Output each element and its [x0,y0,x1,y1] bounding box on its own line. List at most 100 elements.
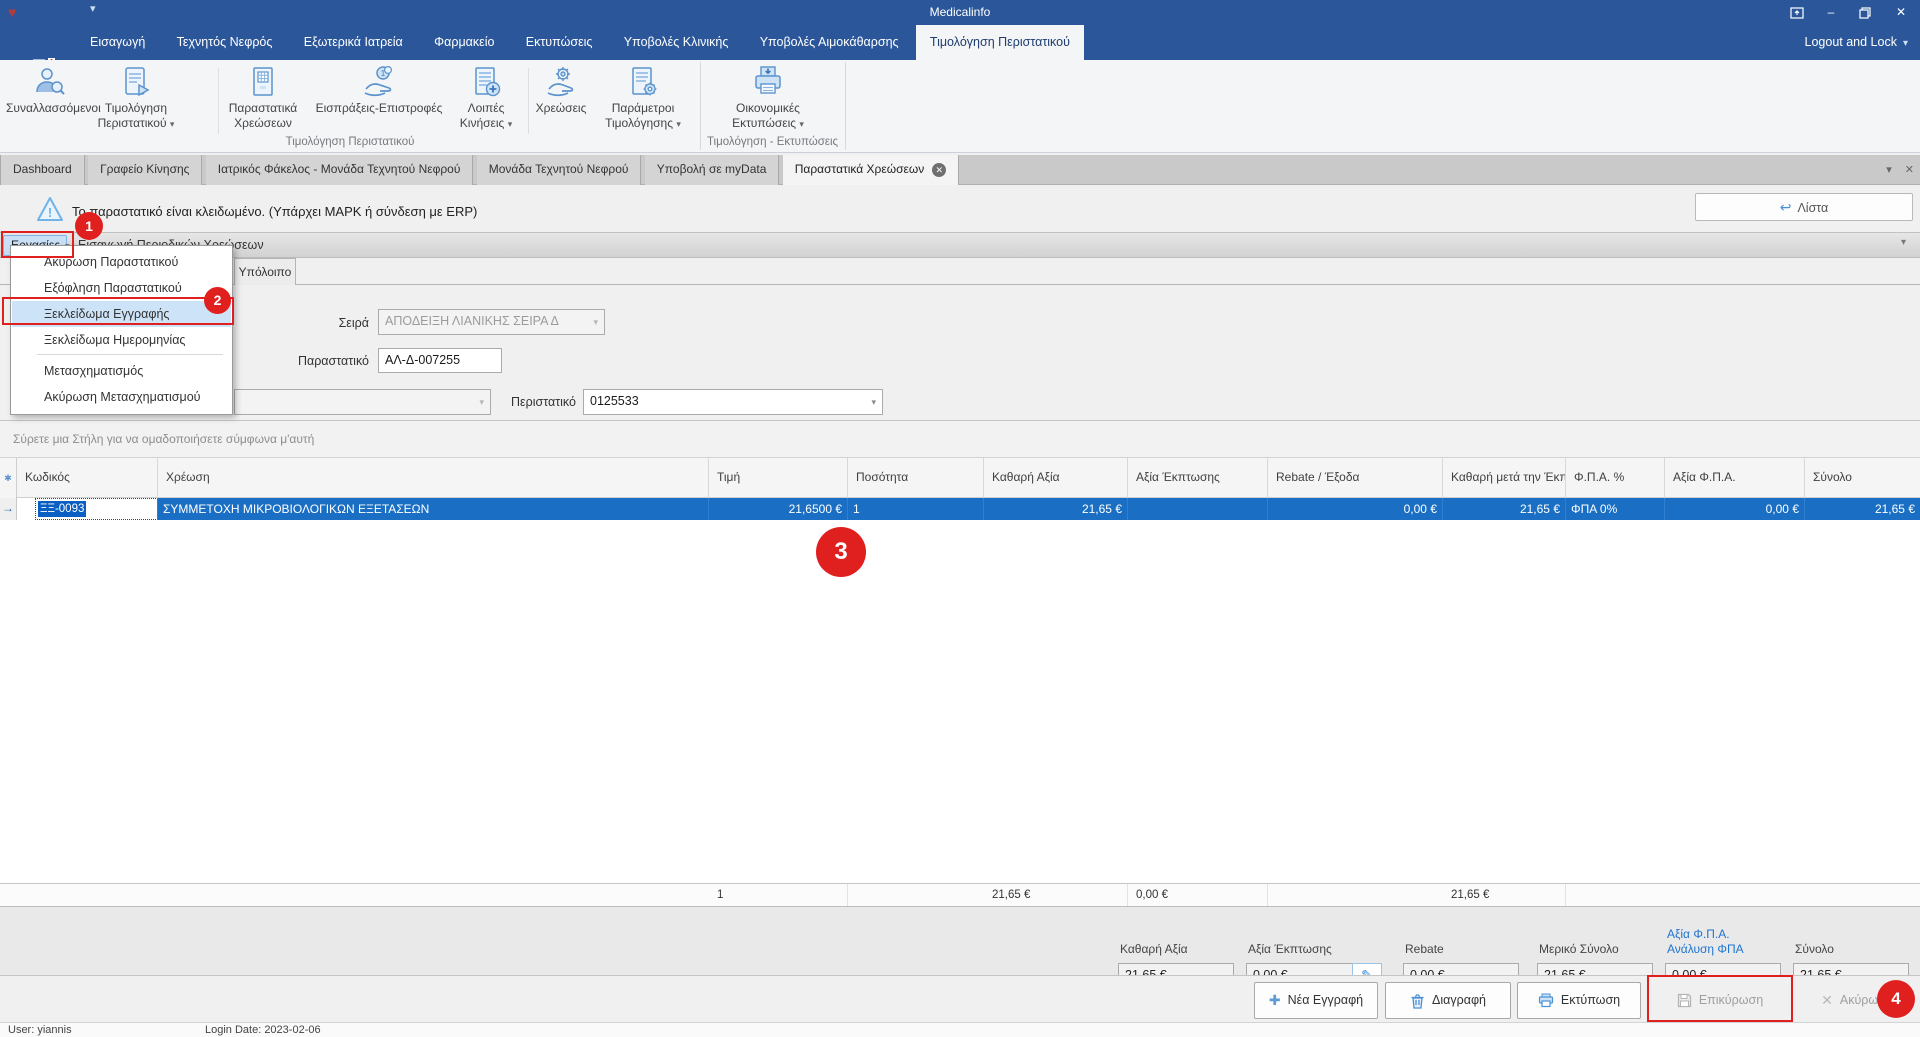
menu-item-xekleidoma-imerominias[interactable]: Ξεκλείδωμα Ημερομηνίας [12,327,231,353]
new-record-label: Νέα Εγγραφή [1288,993,1364,1007]
kodikos-inline-editor[interactable]: ΞΞ-0093 ▾ [36,499,158,519]
ribbon-button-loipes-kiniseis[interactable]: Λοιπές Κινήσεις ▾ [452,63,520,139]
tab-close-icon[interactable]: ✕ [932,163,946,177]
column-header-rebate-exoda[interactable]: Rebate / Έξοδα [1268,458,1443,498]
total-label: Rebate [1405,942,1444,956]
ribbon-tab-texnitos-nefros[interactable]: Τεχνητός Νεφρός [163,25,287,60]
combo-arrow-icon: ▾ [871,390,876,414]
ribbon-button-synallassomenoi[interactable]: Συναλλασσόμενοι [6,63,92,139]
ribbon-tab-exoterika-iatreia[interactable]: Εξωτερικά Ιατρεία [290,25,417,60]
cancel-button[interactable]: ✕Ακύρωση [1801,982,1913,1019]
tasks-context-menu: Ακύρωση Παραστατικού Εξόφληση Παραστατικ… [10,245,233,415]
cell-fpa-pct[interactable]: ΦΠΑ 0% [1566,498,1665,520]
new-record-button[interactable]: ✚Νέα Εγγραφή [1254,982,1378,1019]
ribbon-tab-eisagogi[interactable]: Εισαγωγή [76,25,159,60]
ribbon-button-eispraxeis-epistrofes[interactable]: 1 Εισπράξεις-Επιστροφές [308,63,450,139]
menu-item-akyrosi-parastatikou[interactable]: Ακύρωση Παραστατικού [12,249,231,275]
ribbon-button-parametroi-timologisis[interactable]: Παράμετροι Τιμολόγησης ▾ [592,63,694,139]
column-header-kodikos[interactable]: Κωδικός [17,458,158,498]
printer-download-icon [710,63,826,101]
group-by-panel[interactable]: Σύρετε μια Στήλη για να ομαδοποιήσετε σύ… [0,421,1920,458]
print-button[interactable]: Εκτύπωση [1517,982,1641,1019]
trash-icon [1410,993,1425,1009]
tasks-toolbar: Εργασίες▾ Εισαγωγή Περιοδικών Χρεώσεων ▾ [0,232,1920,258]
hand-coin-icon: 1 [308,63,450,101]
close-icon[interactable]: ✕ [1884,0,1918,25]
invoice-document-icon [96,63,176,101]
doc-tab-iatrikos-fakelos[interactable]: Ιατρικός Φάκελος - Μονάδα Τεχνητού Νεφρο… [206,155,474,185]
tab-list-arrow-icon[interactable]: ▾ [1886,164,1892,176]
seira-value: ΑΠΟΔΕΙΞΗ ΛΙΑΝΙΚΗΣ ΣΕΙΡΑ Δ [385,314,559,328]
column-header-axia-ekptosis[interactable]: Αξία Έκπτωσης [1128,458,1268,498]
summary-timi: 1 [709,884,848,908]
seira-combo[interactable]: ΑΠΟΔΕΙΞΗ ΛΙΑΝΙΚΗΣ ΣΕΙΡΑ Δ ▾ [378,309,605,335]
summary-kathari-meta: 21,65 € [1443,884,1566,908]
vat-analysis-link[interactable]: Αξία Φ.Π.Α. Ανάλυση ΦΠΑ [1667,927,1744,957]
column-header-kathari-meta[interactable]: Καθαρή μετά την Έκπτωση [1443,458,1566,498]
row-indicator-arrow-icon: → [0,498,17,520]
totals-panel: Καθαρή Αξία 21,65 € Αξία Έκπτωσης 0,00 €… [0,906,1920,975]
ribbon-button-label: Κινήσεις [460,116,505,130]
doc-tab-dashboard[interactable]: Dashboard [0,155,85,185]
cell-kathari-meta[interactable]: 21,65 € [1443,498,1566,520]
ribbon-button-oikonomikes-ektyposeis[interactable]: Οικονομικές Εκτυπώσεις ▾ [710,63,826,139]
ribbon-group-caption: Τιμολόγηση Περιστατικού [0,136,700,148]
column-header-fpa-pct[interactable]: Φ.Π.Α. % [1566,458,1665,498]
doc-tab-parastatika-xreoseon[interactable]: Παραστατικά Χρεώσεων✕ [783,155,960,185]
doc-tab-monada-texnitou-nefrou[interactable]: Μονάδα Τεχνητού Νεφρού [477,155,642,185]
menu-item-metasximatismos[interactable]: Μετασχηματισμός [12,358,231,384]
ribbon-button-timologisi-peristatikou[interactable]: Τιμολόγηση Περιστατικού ▾ [96,63,176,139]
list-button[interactable]: ↩Λίστα [1695,193,1913,221]
ribbon-button-parastatika-xreoseon[interactable]: Παραστατικά Χρεώσεων [222,63,304,139]
cancel-x-icon: ✕ [1821,992,1833,1008]
ribbon-tab-ektyposeis[interactable]: Εκτυπώσεις [512,25,607,60]
column-header-posotita[interactable]: Ποσότητα [848,458,984,498]
ribbon-tab-ypovoles-klinikis[interactable]: Υποβολές Κλινικής [610,25,743,60]
dropdown-arrow-icon: ▾ [799,119,804,129]
charges-grid: Σύρετε μια Στήλη για να ομαδοποιήσετε σύ… [0,420,1920,906]
minimize-icon[interactable]: – [1814,0,1848,25]
column-header-axia-fpa[interactable]: Αξία Φ.Π.Α. [1665,458,1805,498]
cell-axia-ekptosis[interactable] [1128,498,1268,520]
toolbar-overflow-icon[interactable]: ▾ [1901,237,1906,248]
back-arrow-icon: ↩ [1780,199,1792,215]
doc-tab-ypovoli-mydata[interactable]: Υποβολή σε myData [645,155,780,185]
form-tab-ypoloipo[interactable]: Υπόλοιπο [234,258,296,285]
partial-hidden-combo[interactable]: ▾ [234,389,491,415]
menu-item-xekleidoma-eggrafis[interactable]: Ξεκλείδωμα Εγγραφής [12,301,231,327]
doc-tab-grafeio-kinisis[interactable]: Γραφείο Κίνησης [88,155,202,185]
grid-selected-row[interactable]: → ΞΞ-0093 ▾ ΣΥΜΜΕΤΟΧΗ ΜΙΚΡΟΒΙΟΛΟΓΙΚΩΝ ΕΞ… [0,498,1920,520]
column-header-synolo[interactable]: Σύνολο [1805,458,1920,498]
logout-label: Logout and Lock [1805,35,1897,49]
cell-kathari-axia[interactable]: 21,65 € [984,498,1128,520]
parastatiko-input[interactable]: ΑΛ-Δ-007255 [378,348,502,373]
column-header-xreosi[interactable]: Χρέωση [158,458,709,498]
validate-button[interactable]: Επικύρωση [1652,982,1788,1019]
ribbon-display-options-icon[interactable] [1780,0,1814,25]
application-window: ♥ ▾ Medicalinfo – ✕ Εισαγωγή Τεχνητός Νε… [0,0,1920,1037]
status-login-date: Login Date: 2023-02-06 [205,1024,321,1036]
column-header-timi[interactable]: Τιμή [709,458,848,498]
grid-header-row: ✱ Κωδικός Χρέωση Τιμή Ποσότητα Καθαρή Αξ… [0,458,1920,498]
tab-bar-close-icon[interactable]: ✕ [1905,164,1914,176]
ribbon-button-xreoseis[interactable]: Χρεώσεις [534,63,588,139]
cell-xreosi[interactable]: ΣΥΜΜΕΤΟΧΗ ΜΙΚΡΟΒΙΟΛΟΓΙΚΩΝ ΕΞΕΤΑΣΕΩΝ [158,498,709,520]
cell-posotita[interactable]: 1 [848,498,984,520]
cell-rebate[interactable]: 0,00 € [1268,498,1443,520]
logout-and-lock-button[interactable]: Logout and Lock▾ [1805,25,1908,60]
cell-synolo[interactable]: 21,65 € [1805,498,1920,520]
peristatiko-combo[interactable]: 0125533 ▾ [583,389,883,415]
menu-item-exoflisi-parastatikou[interactable]: Εξόφληση Παραστατικού [12,275,231,301]
menu-item-akyrosi-metasximatismou[interactable]: Ακύρωση Μετασχηματισμού [12,384,231,410]
ribbon-tab-ypovoles-aimokatharsis[interactable]: Υποβολές Αιμοκάθαρσης [746,25,913,60]
peristatiko-value: 0125533 [590,394,639,408]
ribbon-tab-timologisi-peristatikou[interactable]: Τιμολόγηση Περιστατικού [916,25,1084,60]
column-header-kathari-axia[interactable]: Καθαρή Αξία [984,458,1128,498]
cell-timi[interactable]: 21,6500 € [709,498,848,520]
delete-button[interactable]: Διαγραφή [1385,982,1511,1019]
cell-kodikos[interactable]: ΞΞ-0093 ▾ [17,498,158,520]
restore-icon[interactable] [1848,0,1882,25]
ribbon-tab-farmakeio[interactable]: Φαρμακείο [420,25,508,60]
ribbon-button-label: Παράμετροι [612,101,675,115]
cell-axia-fpa[interactable]: 0,00 € [1665,498,1805,520]
